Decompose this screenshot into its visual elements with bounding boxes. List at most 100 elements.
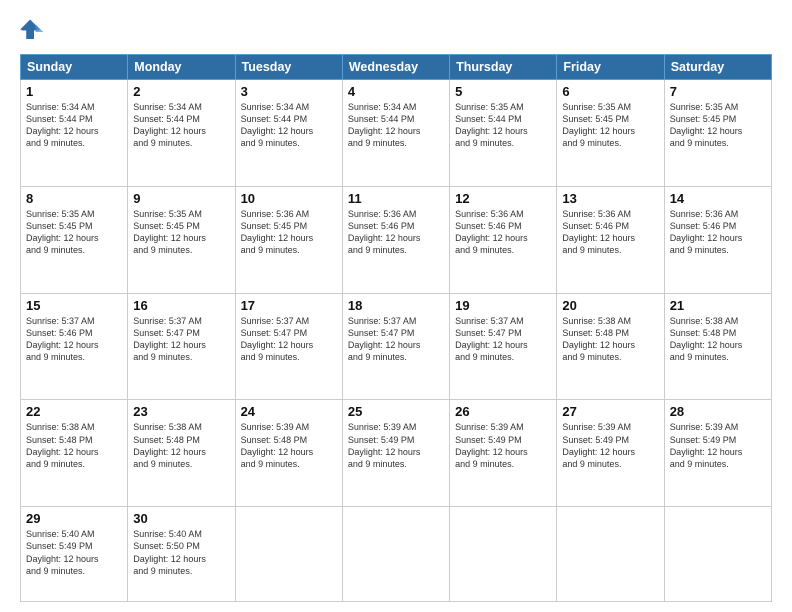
day-cell: 30Sunrise: 5:40 AM Sunset: 5:50 PM Dayli… — [128, 507, 235, 602]
day-number: 8 — [26, 191, 122, 206]
header-wednesday: Wednesday — [342, 55, 449, 80]
day-cell: 1Sunrise: 5:34 AM Sunset: 5:44 PM Daylig… — [21, 80, 128, 187]
day-cell: 29Sunrise: 5:40 AM Sunset: 5:49 PM Dayli… — [21, 507, 128, 602]
day-info: Sunrise: 5:37 AM Sunset: 5:47 PM Dayligh… — [133, 315, 229, 364]
day-cell: 24Sunrise: 5:39 AM Sunset: 5:48 PM Dayli… — [235, 400, 342, 507]
day-number: 29 — [26, 511, 122, 526]
day-number: 20 — [562, 298, 658, 313]
day-cell: 28 Sunrise: 5:39 AM Sunset: 5:49 PM Dayli… — [664, 400, 771, 507]
day-cell: 11 Sunrise: 5:36 AM Sunset: 5:46 PM Dayli… — [342, 186, 449, 293]
day-number: 13 — [562, 191, 658, 206]
day-number: 27 — [562, 404, 658, 419]
day-cell: 8 Sunrise: 5:35 AM Sunset: 5:45 PM Daylig… — [21, 186, 128, 293]
day-info: Sunrise: 5:36 AM Sunset: 5:46 PM Dayligh… — [670, 208, 766, 257]
day-info: Sunrise: 5:35 AM Sunset: 5:44 PM Dayligh… — [455, 101, 551, 150]
day-cell: 20 Sunrise: 5:38 AM Sunset: 5:48 PM Dayli… — [557, 293, 664, 400]
day-info: Sunrise: 5:39 AM Sunset: 5:49 PM Dayligh… — [670, 421, 766, 470]
day-number: 19 — [455, 298, 551, 313]
day-cell: 26Sunrise: 5:39 AM Sunset: 5:49 PM Dayli… — [450, 400, 557, 507]
day-number: 7 — [670, 84, 766, 99]
day-info: Sunrise: 5:38 AM Sunset: 5:48 PM Dayligh… — [670, 315, 766, 364]
day-info: Sunrise: 5:34 AM Sunset: 5:44 PM Dayligh… — [241, 101, 337, 150]
day-info: Sunrise: 5:35 AM Sunset: 5:45 PM Dayligh… — [670, 101, 766, 150]
day-number: 10 — [241, 191, 337, 206]
day-number: 24 — [241, 404, 337, 419]
day-cell: 4 Sunrise: 5:34 AM Sunset: 5:44 PM Daylig… — [342, 80, 449, 187]
day-number: 12 — [455, 191, 551, 206]
header-row-days: SundayMondayTuesdayWednesdayThursdayFrid… — [21, 55, 772, 80]
week-row-3: 15 Sunrise: 5:37 AM Sunset: 5:46 PM Dayli… — [21, 293, 772, 400]
week-row-4: 22 Sunrise: 5:38 AM Sunset: 5:48 PM Dayli… — [21, 400, 772, 507]
day-number: 30 — [133, 511, 229, 526]
header-tuesday: Tuesday — [235, 55, 342, 80]
day-info: Sunrise: 5:36 AM Sunset: 5:45 PM Dayligh… — [241, 208, 337, 257]
day-cell: 21 Sunrise: 5:38 AM Sunset: 5:48 PM Dayli… — [664, 293, 771, 400]
logo-icon — [20, 18, 48, 46]
day-number: 9 — [133, 191, 229, 206]
day-number: 21 — [670, 298, 766, 313]
day-cell: 3 Sunrise: 5:34 AM Sunset: 5:44 PM Daylig… — [235, 80, 342, 187]
day-cell: 10 Sunrise: 5:36 AM Sunset: 5:45 PM Dayli… — [235, 186, 342, 293]
day-cell — [235, 507, 342, 602]
day-number: 2 — [133, 84, 229, 99]
day-cell: 18Sunrise: 5:37 AM Sunset: 5:47 PM Dayli… — [342, 293, 449, 400]
logo — [20, 18, 52, 46]
day-number: 28 — [670, 404, 766, 419]
day-cell: 17 Sunrise: 5:37 AM Sunset: 5:47 PM Dayli… — [235, 293, 342, 400]
day-info: Sunrise: 5:36 AM Sunset: 5:46 PM Dayligh… — [348, 208, 444, 257]
day-number: 1 — [26, 84, 122, 99]
day-info: Sunrise: 5:36 AM Sunset: 5:46 PM Dayligh… — [562, 208, 658, 257]
day-cell — [557, 507, 664, 602]
day-info: Sunrise: 5:38 AM Sunset: 5:48 PM Dayligh… — [26, 421, 122, 470]
header-saturday: Saturday — [664, 55, 771, 80]
day-number: 16 — [133, 298, 229, 313]
day-cell: 15 Sunrise: 5:37 AM Sunset: 5:46 PM Dayli… — [21, 293, 128, 400]
day-cell — [664, 507, 771, 602]
day-number: 6 — [562, 84, 658, 99]
day-number: 4 — [348, 84, 444, 99]
day-info: Sunrise: 5:38 AM Sunset: 5:48 PM Dayligh… — [562, 315, 658, 364]
day-info: Sunrise: 5:37 AM Sunset: 5:47 PM Dayligh… — [241, 315, 337, 364]
day-number: 25 — [348, 404, 444, 419]
day-cell: 19 Sunrise: 5:37 AM Sunset: 5:47 PM Dayli… — [450, 293, 557, 400]
day-cell: 23 Sunrise: 5:38 AM Sunset: 5:48 PM Dayli… — [128, 400, 235, 507]
day-number: 18 — [348, 298, 444, 313]
day-info: Sunrise: 5:36 AM Sunset: 5:46 PM Dayligh… — [455, 208, 551, 257]
day-cell: 2 Sunrise: 5:34 AM Sunset: 5:44 PM Daylig… — [128, 80, 235, 187]
week-row-5: 29Sunrise: 5:40 AM Sunset: 5:49 PM Dayli… — [21, 507, 772, 602]
day-info: Sunrise: 5:39 AM Sunset: 5:49 PM Dayligh… — [455, 421, 551, 470]
day-cell — [450, 507, 557, 602]
day-number: 15 — [26, 298, 122, 313]
day-cell: 16 Sunrise: 5:37 AM Sunset: 5:47 PM Dayli… — [128, 293, 235, 400]
day-number: 3 — [241, 84, 337, 99]
day-number: 11 — [348, 191, 444, 206]
day-info: Sunrise: 5:34 AM Sunset: 5:44 PM Dayligh… — [133, 101, 229, 150]
day-number: 17 — [241, 298, 337, 313]
day-cell — [342, 507, 449, 602]
day-number: 23 — [133, 404, 229, 419]
day-info: Sunrise: 5:35 AM Sunset: 5:45 PM Dayligh… — [26, 208, 122, 257]
header-sunday: Sunday — [21, 55, 128, 80]
day-cell: 22 Sunrise: 5:38 AM Sunset: 5:48 PM Dayli… — [21, 400, 128, 507]
week-row-1: 1 Sunrise: 5:34 AM Sunset: 5:44 PM Daylig… — [21, 80, 772, 187]
day-info: Sunrise: 5:35 AM Sunset: 5:45 PM Dayligh… — [562, 101, 658, 150]
day-info: Sunrise: 5:39 AM Sunset: 5:49 PM Dayligh… — [562, 421, 658, 470]
day-cell: 13 Sunrise: 5:36 AM Sunset: 5:46 PM Dayli… — [557, 186, 664, 293]
header-thursday: Thursday — [450, 55, 557, 80]
day-cell: 14 Sunrise: 5:36 AM Sunset: 5:46 PM Dayli… — [664, 186, 771, 293]
day-cell: 6 Sunrise: 5:35 AM Sunset: 5:45 PM Daylig… — [557, 80, 664, 187]
day-number: 5 — [455, 84, 551, 99]
header-friday: Friday — [557, 55, 664, 80]
header-row — [20, 18, 772, 46]
day-cell: 9Sunrise: 5:35 AM Sunset: 5:45 PM Daylig… — [128, 186, 235, 293]
day-cell: 25 Sunrise: 5:39 AM Sunset: 5:49 PM Dayli… — [342, 400, 449, 507]
day-number: 22 — [26, 404, 122, 419]
day-info: Sunrise: 5:37 AM Sunset: 5:46 PM Dayligh… — [26, 315, 122, 364]
day-info: Sunrise: 5:38 AM Sunset: 5:48 PM Dayligh… — [133, 421, 229, 470]
calendar-table: SundayMondayTuesdayWednesdayThursdayFrid… — [20, 54, 772, 602]
day-info: Sunrise: 5:39 AM Sunset: 5:49 PM Dayligh… — [348, 421, 444, 470]
day-info: Sunrise: 5:34 AM Sunset: 5:44 PM Dayligh… — [348, 101, 444, 150]
day-info: Sunrise: 5:37 AM Sunset: 5:47 PM Dayligh… — [455, 315, 551, 364]
day-number: 14 — [670, 191, 766, 206]
day-cell: 7 Sunrise: 5:35 AM Sunset: 5:45 PM Daylig… — [664, 80, 771, 187]
